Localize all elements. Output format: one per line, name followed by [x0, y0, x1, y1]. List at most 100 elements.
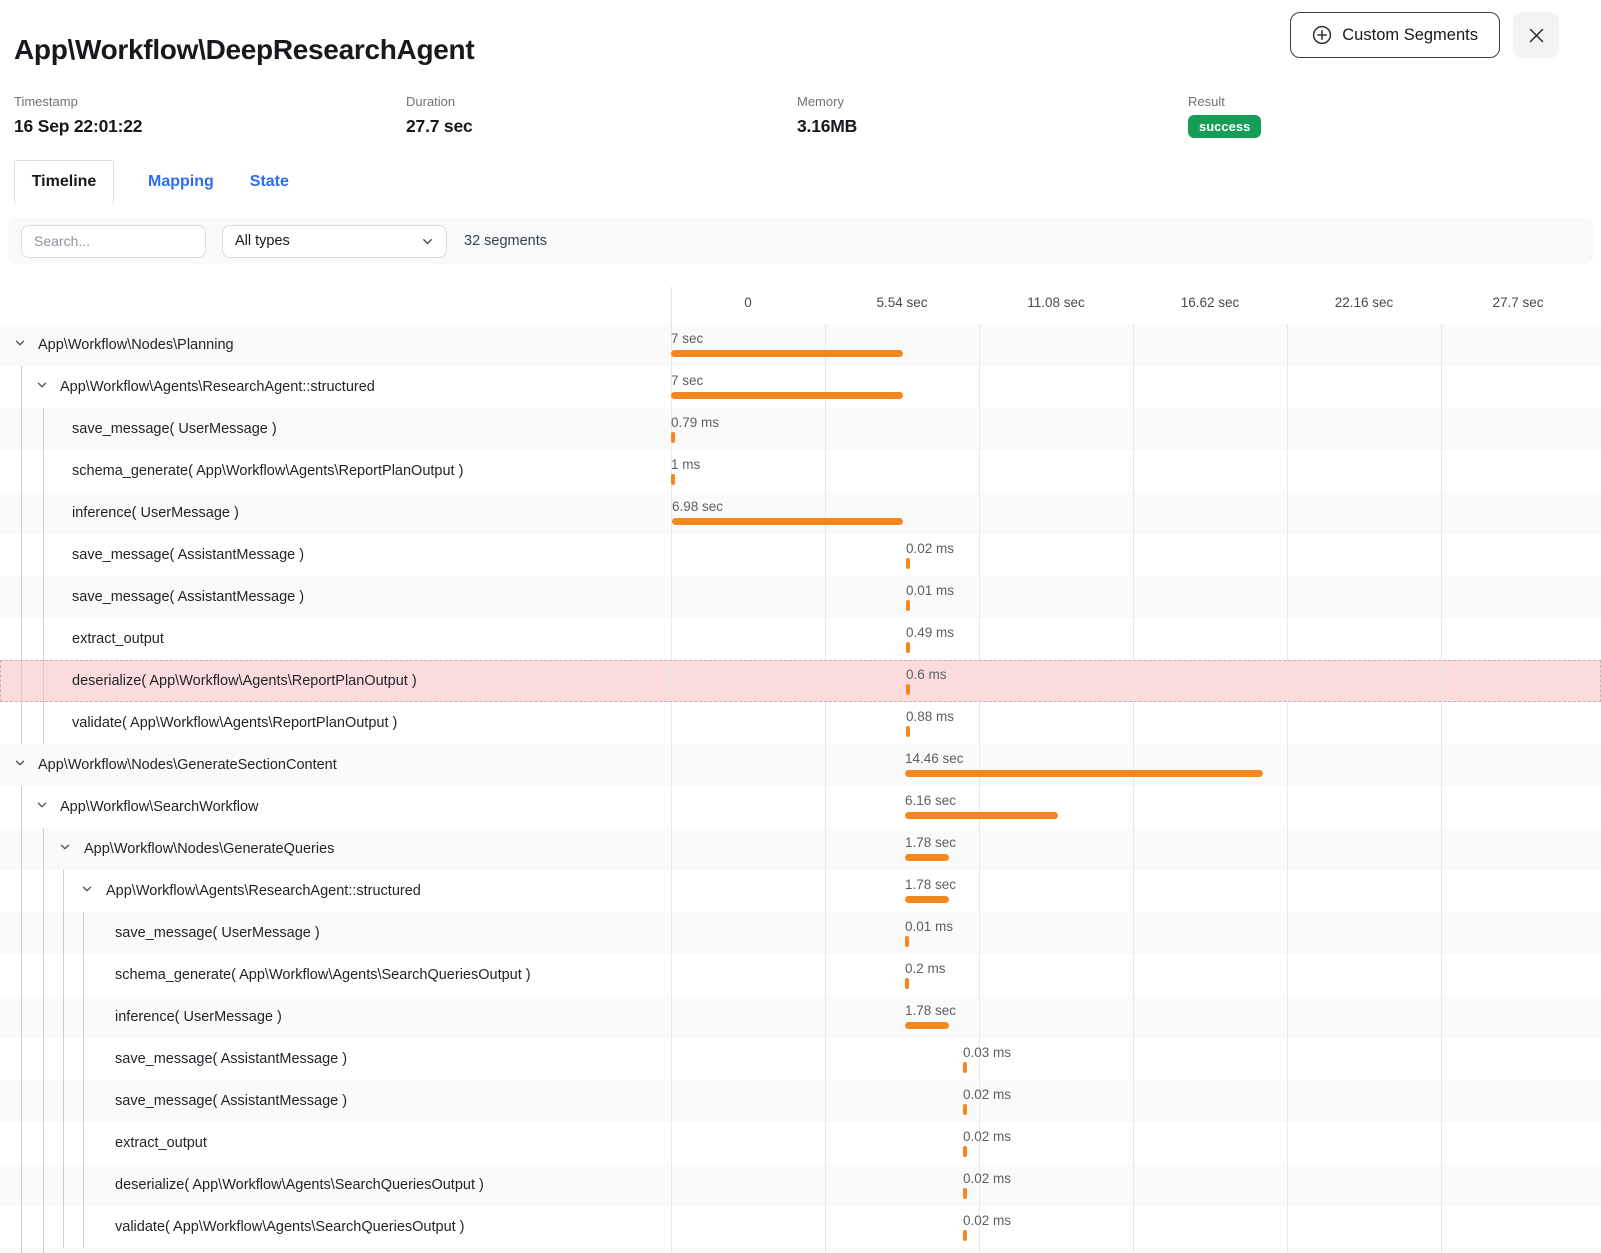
segment-label: schema_generate( App\Workflow\Agents\Rep…	[72, 450, 463, 492]
indent-guide	[63, 912, 64, 954]
indent-guide	[83, 1122, 84, 1164]
timeline-row[interactable]: extract_output0.02 ms	[0, 1122, 1601, 1164]
timeline-row[interactable]: App\Workflow\Agents\ResearchAgent::struc…	[0, 366, 1601, 408]
close-button[interactable]	[1513, 12, 1559, 58]
indent-guide	[21, 408, 22, 450]
indent-guide	[43, 450, 44, 492]
duration-value: 27.7 sec	[406, 116, 473, 137]
segment-label: deserialize( App\Workflow\Agents\ReportP…	[72, 660, 417, 702]
segment-duration-label: 0.02 ms	[906, 541, 954, 556]
timeline-row[interactable]: validate( App\Workflow\Agents\SearchQuer…	[0, 1206, 1601, 1248]
timeline-row[interactable]: App\Workflow\Agents\ResearchAgent::struc…	[0, 870, 1601, 912]
indent-guide	[63, 1038, 64, 1080]
timeline-row[interactable]: save_message( AssistantMessage )0.01 ms	[0, 576, 1601, 618]
segment-label: App\Workflow\Nodes\GenerateSectionConten…	[38, 744, 337, 786]
tab-timeline[interactable]: Timeline	[14, 160, 114, 203]
indent-guide	[43, 492, 44, 534]
chevron-down-icon[interactable]	[36, 798, 48, 816]
indent-guide	[21, 450, 22, 492]
timeline-row[interactable]: deserialize( App\Workflow\Agents\SearchQ…	[0, 1164, 1601, 1206]
timeline-row[interactable]: schema_generate( App\Workflow\Agents\Sea…	[0, 954, 1601, 996]
segment-duration-label: 1.78 sec	[905, 835, 956, 850]
indent-guide	[43, 534, 44, 576]
indent-guide	[21, 912, 22, 954]
trace-detail-page: App\Workflow\DeepResearchAgent Custom Se…	[0, 0, 1601, 1253]
timeline-row[interactable]: save_message( AssistantMessage )0.02 ms	[0, 1080, 1601, 1122]
status-badge: success	[1188, 115, 1261, 138]
segment-duration-label: 14.46 sec	[905, 751, 964, 766]
tab-bar: Timeline Mapping State	[14, 160, 291, 203]
indent-guide	[21, 1038, 22, 1080]
chevron-down-icon[interactable]	[14, 336, 26, 354]
segment-tick	[906, 642, 910, 653]
axis-zero-line	[671, 287, 672, 324]
segment-bar	[671, 350, 903, 357]
indent-guide	[43, 1206, 44, 1248]
segment-tick	[905, 978, 909, 989]
timeline-row[interactable]: inference( UserMessage )6.98 sec	[0, 492, 1601, 534]
segment-bar	[672, 518, 903, 525]
indent-guide	[21, 492, 22, 534]
timeline-row[interactable]: save_message( AssistantMessage )0.03 ms	[0, 1038, 1601, 1080]
timeline-row[interactable]: save_message( UserMessage )0.79 ms	[0, 408, 1601, 450]
chevron-down-icon[interactable]	[81, 882, 93, 900]
segment-label: save_message( UserMessage )	[72, 408, 277, 450]
segment-duration-label: 0.01 ms	[905, 919, 953, 934]
segment-duration-label: 6.16 sec	[905, 793, 956, 808]
segment-label: save_message( AssistantMessage )	[115, 1080, 347, 1122]
timeline-row[interactable]: save_message( AssistantMessage )0.02 ms	[0, 534, 1601, 576]
timeline-row[interactable]: App\Workflow\Nodes\Planning7 sec	[0, 324, 1601, 366]
timeline-row[interactable]: App\Workflow\Nodes\GenerateSectionConten…	[0, 744, 1601, 786]
memory-label: Memory	[797, 94, 857, 109]
indent-guide	[21, 870, 22, 912]
segment-duration-label: 0.2 ms	[905, 961, 946, 976]
segment-label: inference( UserMessage )	[115, 996, 282, 1038]
type-filter-select[interactable]: All types	[222, 225, 447, 258]
timestamp-label: Timestamp	[14, 94, 142, 109]
timeline-row[interactable]: App\Workflow\SearchWorkflow6.16 sec	[0, 786, 1601, 828]
segment-label: App\Workflow\Agents\ResearchAgent::struc…	[106, 870, 421, 912]
search-input[interactable]	[21, 225, 206, 258]
indent-guide	[43, 912, 44, 954]
timeline-row[interactable]: schema_generate( App\Workflow\Agents\Rep…	[0, 450, 1601, 492]
segment-label: save_message( AssistantMessage )	[115, 1038, 347, 1080]
indent-guide	[43, 660, 44, 702]
chevron-down-icon[interactable]	[59, 840, 71, 858]
tab-state[interactable]: State	[248, 160, 291, 203]
timeline-row[interactable]: validate( App\Workflow\Agents\ReportPlan…	[0, 702, 1601, 744]
tab-mapping[interactable]: Mapping	[146, 160, 216, 203]
indent-guide	[43, 1248, 44, 1253]
indent-guide	[83, 1206, 84, 1248]
custom-segments-button[interactable]: Custom Segments	[1290, 12, 1500, 58]
axis-tick-label: 27.7 sec	[1492, 295, 1543, 310]
axis-tick-label: 11.08 sec	[1027, 295, 1085, 310]
indent-guide	[63, 996, 64, 1038]
indent-guide	[83, 1080, 84, 1122]
segment-duration-label: 0.02 ms	[963, 1129, 1011, 1144]
indent-guide	[21, 660, 22, 702]
close-icon	[1528, 27, 1545, 44]
segment-bar	[905, 1022, 949, 1029]
timeline-row[interactable]: deserialize( App\Workflow\Agents\ReportP…	[0, 660, 1601, 702]
indent-guide	[63, 1206, 64, 1248]
segment-bar	[905, 854, 949, 861]
chevron-down-icon[interactable]	[36, 378, 48, 396]
top-actions: Custom Segments	[1290, 12, 1559, 58]
segment-tick	[963, 1146, 967, 1157]
indent-guide	[43, 1122, 44, 1164]
timeline-row[interactable]: inference( UserMessage )1.78 sec	[0, 996, 1601, 1038]
chevron-down-icon[interactable]	[14, 756, 26, 774]
segment-tick	[671, 474, 675, 485]
timeline-row[interactable]: extract_output0.49 ms	[0, 618, 1601, 660]
segment-label: validate( App\Workflow\Agents\ReportPlan…	[72, 702, 397, 744]
timeline-row[interactable]: App\Workflow\Nodes\GenerateQueries1.78 s…	[0, 828, 1601, 870]
indent-guide	[43, 870, 44, 912]
segment-tick	[905, 936, 909, 947]
segment-tick	[906, 558, 910, 569]
segment-tick	[963, 1104, 967, 1115]
indent-guide	[83, 996, 84, 1038]
indent-guide	[63, 870, 64, 912]
timeline-row[interactable]: save_message( UserMessage )0.01 ms	[0, 912, 1601, 954]
indent-guide	[83, 954, 84, 996]
indent-guide	[21, 1122, 22, 1164]
